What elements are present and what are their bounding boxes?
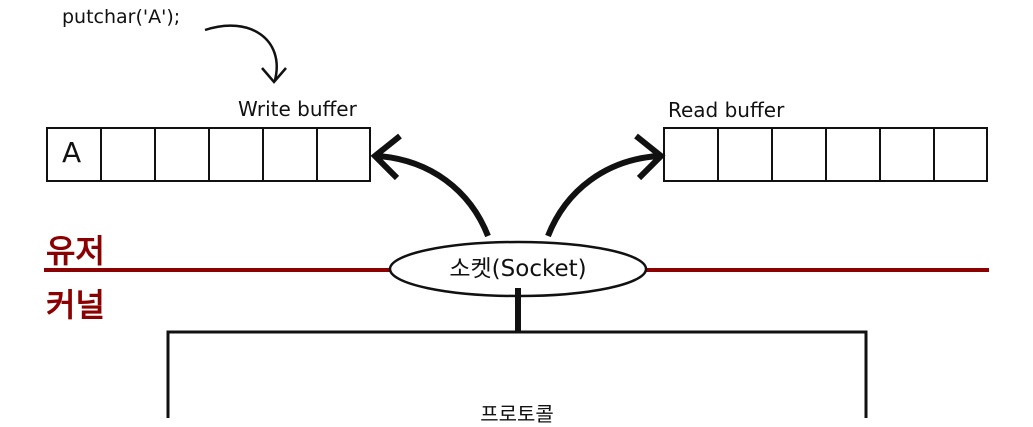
protocol-label: 프로토콜 [480, 402, 554, 426]
write-buffer-cell [262, 127, 318, 182]
socket-to-read-arrow [545, 153, 659, 238]
write-buffer-cell-value: A [62, 136, 82, 169]
read-buffer-cell [879, 127, 935, 182]
read-buffer-cell [717, 127, 773, 182]
code-call-text: putchar('A'); [62, 6, 181, 28]
read-buffer [663, 127, 988, 182]
read-buffer-cell [771, 127, 827, 182]
write-buffer-cell [316, 127, 371, 182]
user-space-label: 유저 [46, 232, 105, 270]
read-buffer-cell [933, 127, 988, 182]
diagram-canvas [44, 24, 989, 418]
write-buffer-label: Write buffer [238, 97, 357, 121]
call-arrowhead [261, 67, 287, 84]
write-buffer-cell [154, 127, 210, 182]
write-buffer-cell [100, 127, 156, 182]
read-buffer-cell [825, 127, 881, 182]
socket-to-write-arrow [377, 153, 491, 238]
kernel-space-label: 커널 [46, 286, 105, 324]
socket-label: 소켓(Socket) [449, 256, 587, 282]
write-buffer-cell [208, 127, 264, 182]
read-buffer-label: Read buffer [668, 98, 785, 122]
write-buffer [46, 127, 371, 182]
read-buffer-cell [663, 127, 719, 182]
